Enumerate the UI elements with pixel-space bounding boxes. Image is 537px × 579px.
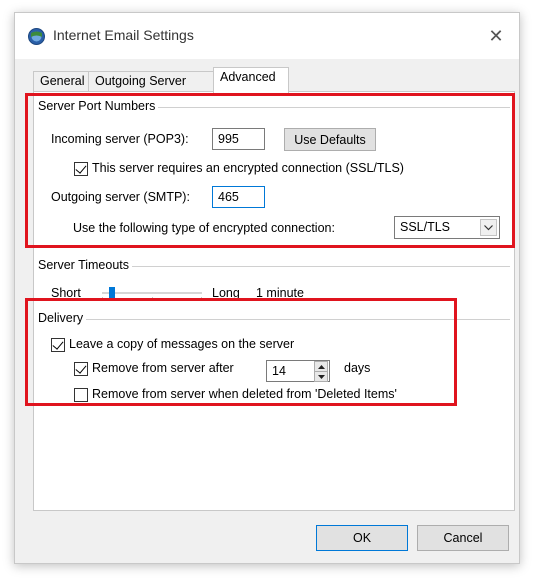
tab-general[interactable]: General [33,71,89,92]
caret-down-icon [317,374,325,379]
timeout-long-label: Long [212,286,240,300]
encryption-type-label: Use the following type of encrypted conn… [73,221,335,235]
remove-after-label: Remove from server after [92,361,234,375]
timeout-value-text: 1 minute [256,286,304,300]
tab-outgoing-server[interactable]: Outgoing Server [88,71,214,92]
group-divider [40,319,510,320]
outgoing-port-input[interactable]: 465 [212,186,265,208]
encryption-type-select[interactable]: SSL/TLS [394,216,500,239]
incoming-server-label: Incoming server (POP3): [51,132,189,146]
internet-email-settings-dialog: Internet Email Settings ✕ General Outgoi… [14,12,520,564]
encryption-type-value: SSL/TLS [400,220,451,234]
use-defaults-button[interactable]: Use Defaults [284,128,376,151]
close-icon: ✕ [488,25,504,46]
spin-down-button[interactable] [314,371,328,382]
remove-when-deleted-label: Remove from server when deleted from 'De… [92,387,397,401]
remove-after-days-stepper[interactable]: 14 [266,360,330,382]
incoming-port-input[interactable]: 995 [212,128,265,150]
chevron-down-icon [480,219,497,236]
close-button[interactable]: ✕ [483,23,509,49]
advanced-tab-panel: Server Port Numbers Incoming server (POP… [33,91,515,511]
leave-copy-checkbox[interactable] [51,338,65,352]
ssl-required-label: This server requires an encrypted connec… [92,161,404,175]
window-title: Internet Email Settings [53,27,194,43]
remove-after-checkbox[interactable] [74,362,88,376]
delivery-heading: Delivery [38,311,87,325]
caret-up-icon [317,364,325,369]
slider-tick [102,297,103,300]
ssl-required-checkbox[interactable] [74,162,88,176]
outlook-app-icon [28,28,45,45]
remove-when-deleted-checkbox[interactable] [74,388,88,402]
outgoing-server-label: Outgoing server (SMTP): [51,190,190,204]
server-port-numbers-heading: Server Port Numbers [38,99,159,113]
ok-button[interactable]: OK [316,525,408,551]
slider-tick [152,297,153,300]
remove-after-days-value: 14 [272,364,286,378]
server-timeouts-heading: Server Timeouts [38,258,133,272]
tab-advanced[interactable]: Advanced [213,67,289,93]
days-label: days [344,361,371,375]
timeout-slider-track[interactable] [102,292,202,294]
leave-copy-label: Leave a copy of messages on the server [69,337,295,351]
slider-tick [201,297,202,300]
timeout-slider-thumb[interactable] [109,287,115,298]
title-bar: Internet Email Settings ✕ [15,13,519,59]
timeout-short-label: Short [51,286,81,300]
cancel-button[interactable]: Cancel [417,525,509,551]
